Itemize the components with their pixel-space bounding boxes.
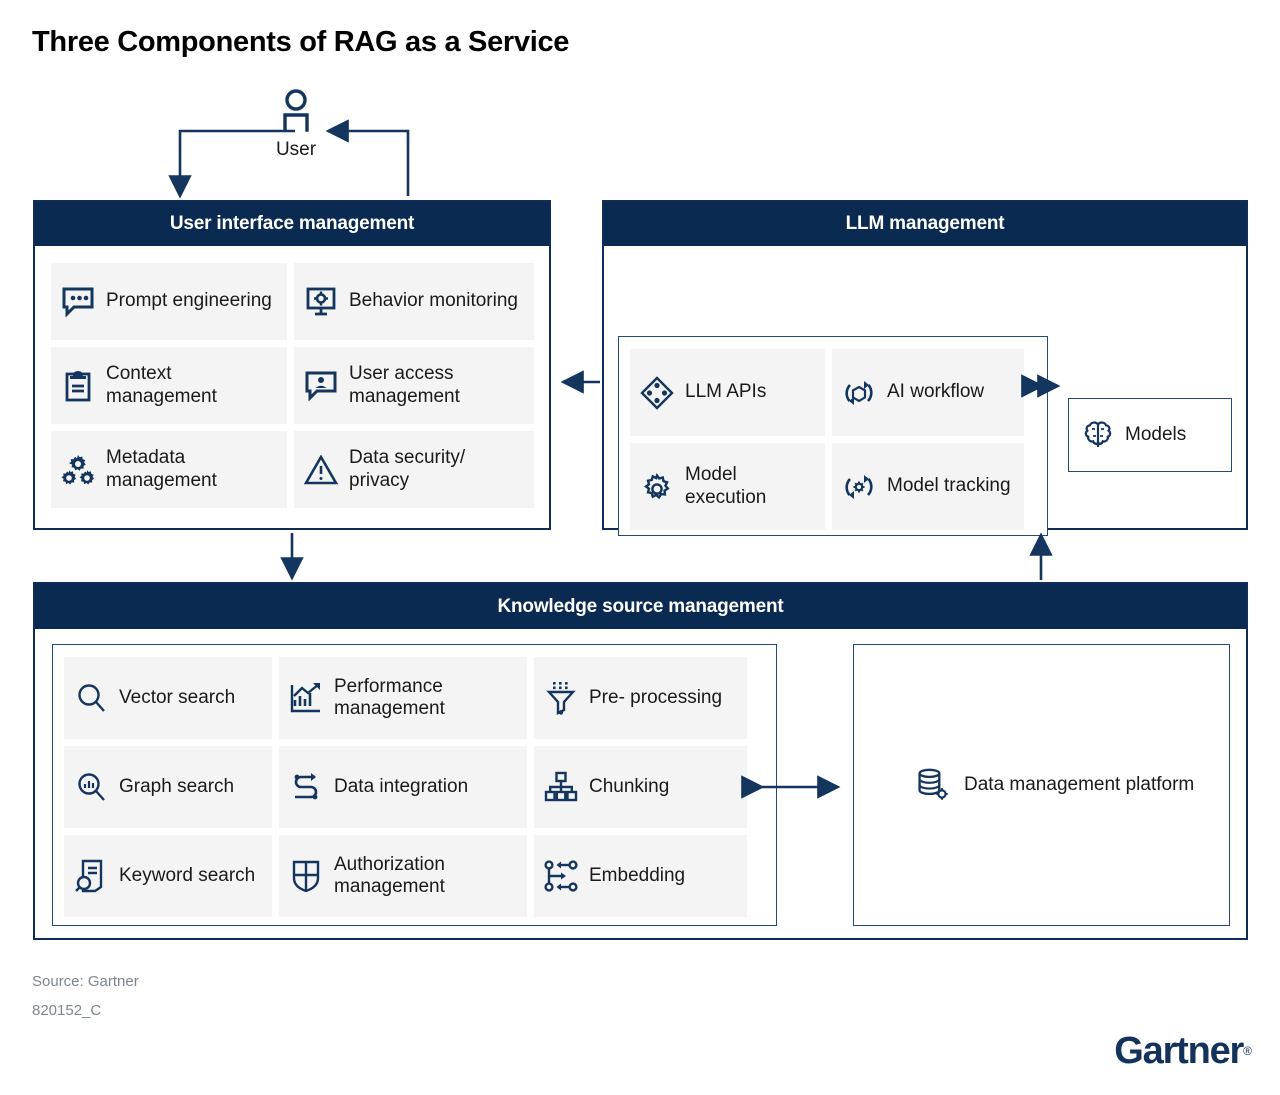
panel-title-user-interface-management: User interface management (35, 202, 549, 246)
tile-vector-search[interactable]: Vector search (64, 657, 272, 739)
source-block: Source: Gartner 820152_C (32, 967, 139, 1026)
tile-label: Chunking (589, 775, 670, 797)
tile-llm-apis[interactable]: LLM APIs (630, 349, 825, 436)
tile-user-access-management[interactable]: User access management (294, 347, 534, 424)
tile-label: Authorization management (334, 853, 445, 897)
panel-body-llm-management: LLM APIs AI workflow Model execution Mod… (604, 246, 1246, 536)
tile-chunking[interactable]: Chunking (534, 746, 747, 828)
tile-label: Behavior monitoring (349, 290, 518, 312)
tile-label: LLM APIs (685, 381, 767, 403)
warning-triangle-icon (304, 453, 338, 487)
panel-body-user-interface-management: Prompt engineering Behavior monitoring C… (35, 246, 549, 525)
chat-person-icon (304, 369, 338, 403)
cube-refresh-icon (842, 376, 876, 410)
tile-model-execution[interactable]: Model execution (630, 443, 825, 530)
data-management-platform-box[interactable]: Data management platform (853, 644, 1230, 926)
tile-graph-search[interactable]: Graph search (64, 746, 272, 828)
panel-llm-management: LLM management LLM APIs AI workflow Mode… (602, 200, 1248, 536)
tile-label: AI workflow (887, 381, 985, 403)
panel-knowledge-source-management: Knowledge source management Vector searc… (33, 582, 1248, 940)
tile-behavior-monitoring[interactable]: Behavior monitoring (294, 263, 534, 340)
source-text: Source: Gartner (32, 973, 139, 990)
llm-models-box[interactable]: Models (1068, 398, 1232, 472)
nodes-arrows-icon (544, 859, 578, 893)
page-title: Three Components of RAG as a Service (32, 26, 570, 58)
panel-title-llm-management: LLM management (604, 202, 1246, 246)
tile-data-security-privacy[interactable]: Data security/ privacy (294, 431, 534, 508)
llm-inner-box: LLM APIs AI workflow Model execution Mod… (618, 336, 1048, 536)
tile-label: Metadata management (106, 447, 217, 491)
tile-label: Model execution (685, 464, 767, 508)
chat-dots-icon (61, 285, 95, 319)
gartner-logo-text: Gartner (1114, 1030, 1244, 1072)
tile-performance-management[interactable]: Performance management (279, 657, 527, 739)
tile-label: Data security/ privacy (349, 447, 466, 491)
monitor-gear-icon (304, 285, 338, 319)
user-label: User (275, 139, 317, 160)
tile-embedding[interactable]: Embedding (534, 835, 747, 917)
tile-model-tracking[interactable]: Model tracking (832, 443, 1024, 530)
panel-body-knowledge-source-management: Vector search Performance management Pre… (35, 629, 1246, 940)
brain-icon (1081, 418, 1115, 452)
gear-icon (640, 470, 674, 504)
user-person-icon (276, 89, 316, 136)
tile-label: Keyword search (119, 864, 256, 886)
gear-refresh-icon (842, 470, 876, 504)
panel-title-knowledge-source-management: Knowledge source management (35, 584, 1246, 629)
gears-icon (61, 453, 95, 487)
knowledge-inner-box: Vector search Performance management Pre… (52, 644, 777, 926)
user-node: User (268, 88, 324, 161)
tile-label: Graph search (119, 775, 235, 797)
tile-label: Data integration (334, 775, 469, 797)
s-arrow-icon (289, 770, 323, 804)
tile-label: Prompt engineering (106, 290, 272, 312)
tile-pre-processing[interactable]: Pre- processing (534, 657, 747, 739)
tile-authorization-management[interactable]: Authorization management (279, 835, 527, 917)
tile-label: Context management (106, 363, 217, 407)
tile-context-management[interactable]: Context management (51, 347, 287, 424)
tile-label: Embedding (589, 864, 686, 886)
funnel-filter-icon (544, 681, 578, 715)
clipboard-icon (61, 369, 95, 403)
tile-label: Performance management (334, 675, 445, 719)
shield-grid-icon (289, 859, 323, 893)
tile-keyword-search[interactable]: Keyword search (64, 835, 272, 917)
tile-data-integration[interactable]: Data integration (279, 746, 527, 828)
doc-id-text: 820152_C (32, 1002, 102, 1020)
bar-chart-trend-icon (289, 681, 323, 715)
tile-label: Pre- processing (589, 686, 723, 708)
magnifier-icon (74, 681, 108, 715)
tile-grid-user-interface: Prompt engineering Behavior monitoring C… (51, 263, 534, 508)
hierarchy-icon (544, 770, 578, 804)
tile-grid-knowledge: Vector search Performance management Pre… (53, 645, 776, 929)
tile-prompt-engineering[interactable]: Prompt engineering (51, 263, 287, 340)
gartner-logo: Gartner® (1114, 1030, 1252, 1073)
tile-ai-workflow[interactable]: AI workflow (832, 349, 1024, 436)
panel-user-interface-management: User interface management Prompt enginee… (33, 200, 551, 530)
models-label: Models (1125, 423, 1187, 445)
tile-metadata-management[interactable]: Metadata management (51, 431, 287, 508)
tile-label: User access management (349, 363, 460, 407)
tile-label: Model tracking (887, 475, 1011, 497)
registered-mark: ® (1243, 1044, 1252, 1058)
arrow-ui-to-user (325, 119, 410, 196)
tile-label: Vector search (119, 686, 236, 708)
data-management-platform-label: Data management platform (964, 773, 1195, 795)
magnifier-chart-icon (74, 770, 108, 804)
database-gear-icon (916, 768, 950, 802)
diamond-nodes-icon (640, 375, 674, 410)
document-magnifier-icon (74, 859, 108, 893)
diagram-canvas: Three Components of RAG as a Service Use… (0, 0, 1280, 1095)
tile-grid-llm: LLM APIs AI workflow Model execution Mod… (619, 337, 1047, 542)
